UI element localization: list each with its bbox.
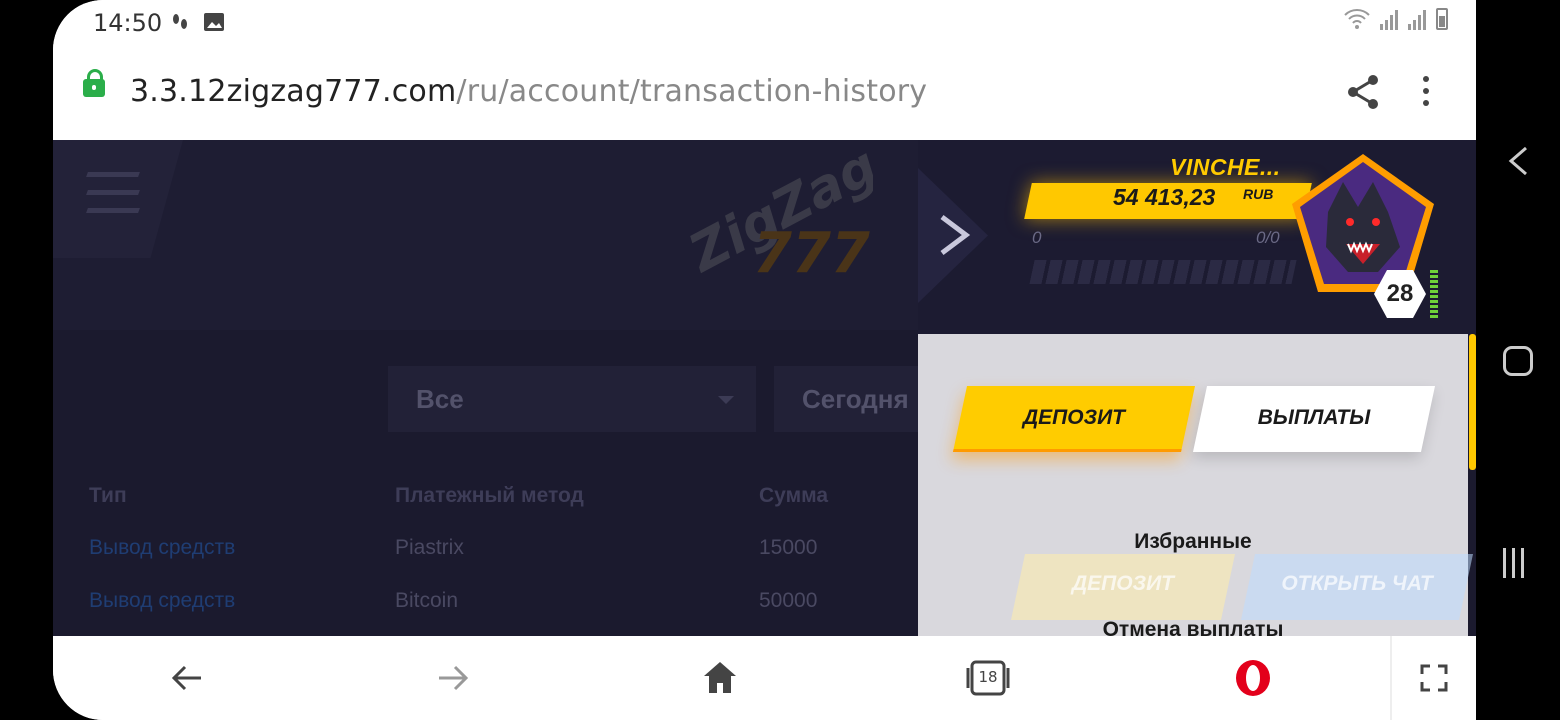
signal-icon: [1408, 8, 1426, 30]
web-content: ZigZag 777 Все Сегодня Тип Платежный мет…: [53, 140, 1476, 636]
chevron-down-icon: [718, 396, 734, 404]
account-panel-body: ДЕПОЗИТ ВЫПЛАТЫ ДЕПОЗИТ ОТКРЫТЬ ЧАТ Избр…: [918, 334, 1474, 636]
table-row-method: Bitcoin: [395, 589, 459, 612]
balance-amount: 54 413,23: [1113, 184, 1216, 210]
url-path: /ru/account/transaction-history: [456, 74, 928, 109]
opera-menu-icon[interactable]: [1233, 658, 1273, 698]
cancel-payout-link[interactable]: Отмена выплаты: [918, 618, 1468, 636]
chevron-right-icon[interactable]: [936, 214, 972, 256]
fullscreen-icon[interactable]: [1414, 658, 1454, 698]
site-logo[interactable]: ZigZag 777: [673, 140, 873, 280]
balance-currency: RUB: [1243, 186, 1274, 202]
system-home-icon[interactable]: [1503, 346, 1533, 376]
wifi-icon: [1344, 9, 1370, 29]
status-time: 14:50: [93, 9, 163, 37]
forward-arrow-icon[interactable]: [433, 658, 473, 698]
level-progress-bar: [1430, 270, 1438, 318]
table-row-method: Piastrix: [395, 536, 464, 559]
type-filter-value: Все: [416, 384, 464, 414]
table-row-type[interactable]: Вывод средств: [89, 589, 235, 613]
xp-progress: 0/0: [1256, 228, 1280, 247]
system-icons: [1344, 8, 1448, 30]
notification-icons: [169, 10, 225, 33]
phone-screen: 14:50 3.3.12zigzag777.com/ru/account/tra…: [53, 0, 1476, 720]
type-filter-select[interactable]: Все: [388, 366, 756, 432]
status-bar: 14:50: [53, 0, 1476, 44]
image-icon: [203, 12, 224, 31]
steps-icon: [173, 13, 187, 29]
share-icon[interactable]: [1343, 72, 1383, 112]
table-row-amount: 50000: [759, 589, 818, 612]
account-panel-header: VINCHE... 54 413,23 RUB 0 0/0 28: [918, 140, 1476, 334]
back-arrow-icon[interactable]: [167, 658, 207, 698]
favorites-link[interactable]: Избранные: [918, 530, 1468, 554]
url-text[interactable]: 3.3.12zigzag777.com/ru/account/transacti…: [130, 74, 927, 109]
system-back-icon[interactable]: [1506, 146, 1530, 176]
divider: [1390, 636, 1392, 720]
hamburger-menu-icon[interactable]: [53, 140, 183, 258]
panel-scrollbar[interactable]: [1469, 334, 1476, 470]
lock-icon: [83, 69, 105, 97]
browser-address-bar[interactable]: 3.3.12zigzag777.com/ru/account/transacti…: [53, 44, 1476, 140]
deposit-button-label: ДЕПОЗИТ: [1022, 406, 1126, 429]
android-navigation-bar: [1476, 0, 1560, 720]
more-menu-icon[interactable]: [1421, 76, 1431, 108]
username: VINCHE...: [1170, 154, 1281, 180]
table-header-method: Платежный метод: [395, 484, 584, 507]
table-row-type[interactable]: Вывод средств: [89, 536, 235, 560]
site-header: ZigZag 777: [53, 140, 918, 330]
signal-icon: [1380, 8, 1398, 30]
url-host: 3.3.12zigzag777.com: [130, 74, 457, 109]
table-header-type: Тип: [89, 484, 127, 507]
open-chat-label: ОТКРЫТЬ ЧАТ: [1281, 572, 1433, 595]
logo-text-bottom: 777: [753, 221, 870, 280]
home-icon[interactable]: [700, 658, 740, 698]
table-row-amount: 15000: [759, 536, 818, 559]
period-filter-value: Сегодня: [802, 384, 909, 414]
browser-bottom-bar: 18: [53, 636, 1476, 720]
tabs-button[interactable]: 18: [966, 658, 1010, 698]
xp-min: 0: [1032, 228, 1042, 247]
xp-progress-bar: [1029, 260, 1297, 284]
floating-deposit-label: ДЕПОЗИТ: [1071, 572, 1175, 595]
tab-count: 18: [978, 668, 998, 686]
battery-icon: [1436, 8, 1448, 30]
system-recents-icon[interactable]: [1503, 548, 1524, 578]
payouts-button-label: ВЫПЛАТЫ: [1257, 406, 1371, 429]
table-header-amount: Сумма: [759, 484, 829, 507]
